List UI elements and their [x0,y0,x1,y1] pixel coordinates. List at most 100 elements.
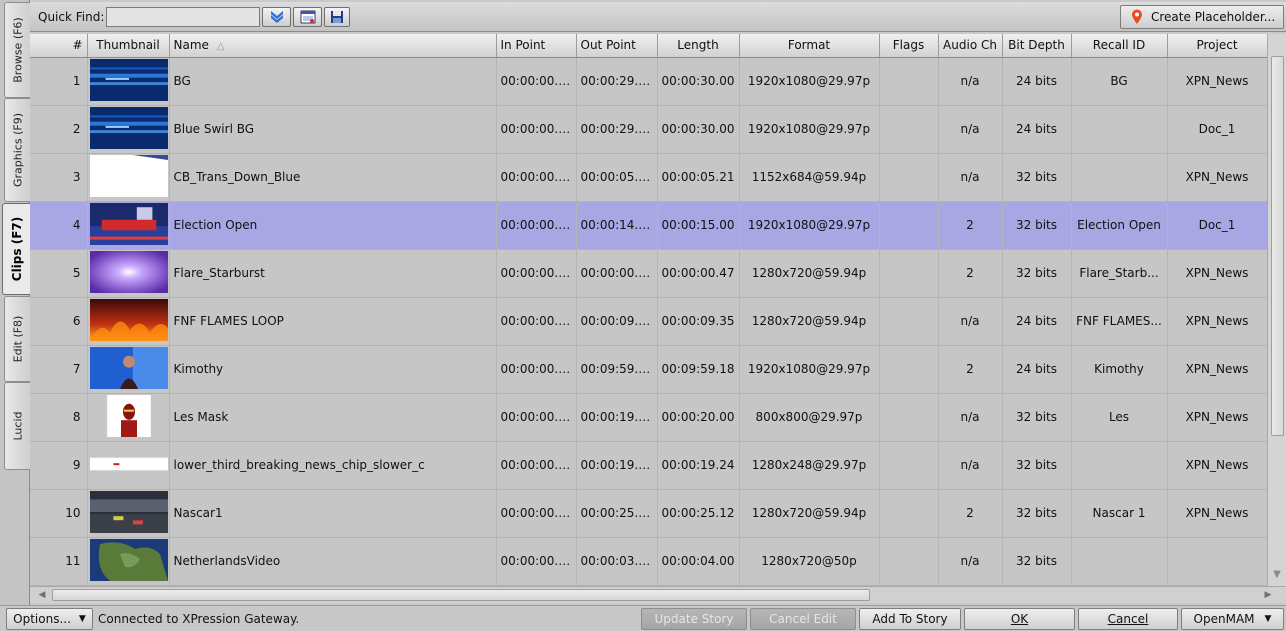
cell-in-point: 00:00:00.00 [496,153,577,202]
horizontal-scrollbar[interactable]: ◀ ▶ [30,586,1286,603]
table-row[interactable]: 5 Flare_Starburst 00:00:00.00 00:00:00.46 0… [30,249,1267,298]
col-header-name[interactable]: Name △ [169,34,497,58]
cell-bit-depth: 32 bits [1002,489,1072,538]
cell-project: Doc_1 [1167,105,1267,154]
cancel-edit-button[interactable]: Cancel Edit [750,608,856,630]
col-header-length[interactable]: Length [657,34,740,58]
cell-thumbnail [87,537,170,586]
horizontal-scroll-thumb[interactable] [52,589,870,601]
tab-clips[interactable]: Clips (F7) [2,203,31,295]
table-row[interactable]: 6 FNF FLAMES LOOP 00:00:00.00 00:00:09.34 0… [30,297,1267,346]
cell-flags [879,345,939,394]
vertical-scrollbar[interactable]: ▲ ▼ [1267,34,1286,588]
tab-clips-label: Clips (F7) [10,216,24,282]
cell-bit-depth: 24 bits [1002,297,1072,346]
table-row[interactable]: 2 Blue Swirl BG 00:00:00.00 00:00:29.29 00:… [30,105,1267,154]
create-placeholder-button[interactable]: Create Placeholder... [1120,5,1284,29]
cell-thumbnail [87,489,170,538]
filter-button[interactable] [262,7,291,27]
clips-grid: # Thumbnail Name △ In Point Out Point Len… [30,34,1267,588]
window-preview-icon [300,10,315,24]
cell-audio-ch: n/a [938,537,1003,586]
cell-project: XPN_News [1167,441,1267,490]
cell-flags [879,201,939,250]
create-placeholder-label: Create Placeholder... [1151,10,1276,24]
col-header-num[interactable]: # [30,34,88,58]
table-row[interactable]: 7 Kimothy 00:00:00.00 00:09:59.17 00:09:59.… [30,345,1267,394]
cell-thumbnail [87,105,170,154]
options-label: Options... [13,612,71,626]
col-header-bit-depth[interactable]: Bit Depth [1002,34,1072,58]
quick-find-input[interactable] [106,7,260,27]
cell-bit-depth: 24 bits [1002,57,1072,106]
cell-audio-ch: n/a [938,57,1003,106]
options-button[interactable]: Options... ▼ [6,608,93,630]
tab-edit[interactable]: Edit (F8) [4,296,30,382]
cell-audio-ch: 2 [938,249,1003,298]
cell-recall-id: Kimothy [1071,345,1168,394]
scroll-down-arrow-icon[interactable]: ▼ [1268,566,1286,582]
table-row[interactable]: 11 NetherlandsVideo 00:00:00.00 00:00:03.4… [30,537,1267,586]
vertical-scroll-thumb[interactable] [1271,56,1284,436]
cell-in-point: 00:00:00.00 [496,249,577,298]
cell-in-point: 00:00:00.00 [496,201,577,250]
dropdown-arrow-icon: ▼ [1264,614,1272,624]
cell-flags [879,153,939,202]
tab-lucid[interactable]: Lucid [4,382,30,470]
cell-recall-id: Flare_Starb... [1071,249,1168,298]
cell-thumbnail [87,393,170,442]
preview-button[interactable] [293,7,322,27]
save-button[interactable] [324,7,350,27]
cell-out-point: 00:00:14.29 [576,201,658,250]
cell-flags [879,489,939,538]
col-header-in-point[interactable]: In Point [496,34,577,58]
cell-thumbnail [87,345,170,394]
cell-thumbnail [87,441,170,490]
cell-length: 00:00:25.12 [657,489,740,538]
table-row[interactable]: 4 Election Open 00:00:00.00 00:00:14.29 00:… [30,201,1267,250]
cell-project: XPN_News [1167,249,1267,298]
cell-out-point: 00:00:19.29 [576,393,658,442]
clip-thumbnail [89,490,168,536]
cell-recall-id: BG [1071,57,1168,106]
tab-browse[interactable]: Browse (F6) [4,2,30,98]
table-row[interactable]: 8 Les Mask 00:00:00.00 00:00:19.29 00:00:20… [30,393,1267,442]
col-header-recall-id[interactable]: Recall ID [1071,34,1168,58]
table-row[interactable]: 1 BG 00:00:00.00 00:00:29.29 00:00:30.00 192… [30,57,1267,106]
update-story-button[interactable]: Update Story [641,608,747,630]
cancel-button[interactable]: Cancel [1078,608,1178,630]
cell-format: 1920x1080@29.97p [739,345,880,394]
cell-name: CB_Trans_Down_Blue [169,153,497,202]
cell-name: Kimothy [169,345,497,394]
cell-bit-depth: 32 bits [1002,441,1072,490]
cell-out-point: 00:00:25.11 [576,489,658,538]
cell-flags [879,393,939,442]
tab-browse-label: Browse (F6) [11,17,24,83]
col-header-thumbnail[interactable]: Thumbnail [87,34,170,58]
table-row[interactable]: 3 CB_Trans_Down_Blue 00:00:00.00 00:00:05.… [30,153,1267,202]
scroll-left-arrow-icon[interactable]: ◀ [34,587,50,603]
cell-format: 1280x248@29.97p [739,441,880,490]
cell-audio-ch: 2 [938,201,1003,250]
cell-length: 00:00:05.21 [657,153,740,202]
ok-button[interactable]: OK [964,608,1075,630]
table-row[interactable]: 9 lower_third_breaking_news_chip_slower_… [30,441,1267,490]
cell-flags [879,297,939,346]
col-header-format[interactable]: Format [739,34,880,58]
cell-num: 3 [30,153,88,202]
col-header-flags[interactable]: Flags [879,34,939,58]
clip-thumbnail [89,346,168,392]
cell-num: 1 [30,57,88,106]
table-row[interactable]: 10 Nascar1 00:00:00.00 00:00:25.11 00:00:25… [30,489,1267,538]
col-header-project[interactable]: Project [1167,34,1267,58]
add-to-story-button[interactable]: Add To Story [859,608,961,630]
cell-format: 1920x1080@29.97p [739,57,880,106]
scroll-right-arrow-icon[interactable]: ▶ [1260,587,1276,603]
col-header-out-point[interactable]: Out Point [576,34,658,58]
bottom-bar: Options... ▼ Connected to XPression Gate… [0,605,1286,631]
col-header-audio-ch[interactable]: Audio Ch [938,34,1003,58]
tab-graphics[interactable]: Graphics (F9) [4,98,30,202]
col-header-name-label: Name [173,38,209,53]
cell-project: Doc_1 [1167,201,1267,250]
openmam-button[interactable]: OpenMAM ▼ [1181,608,1284,630]
